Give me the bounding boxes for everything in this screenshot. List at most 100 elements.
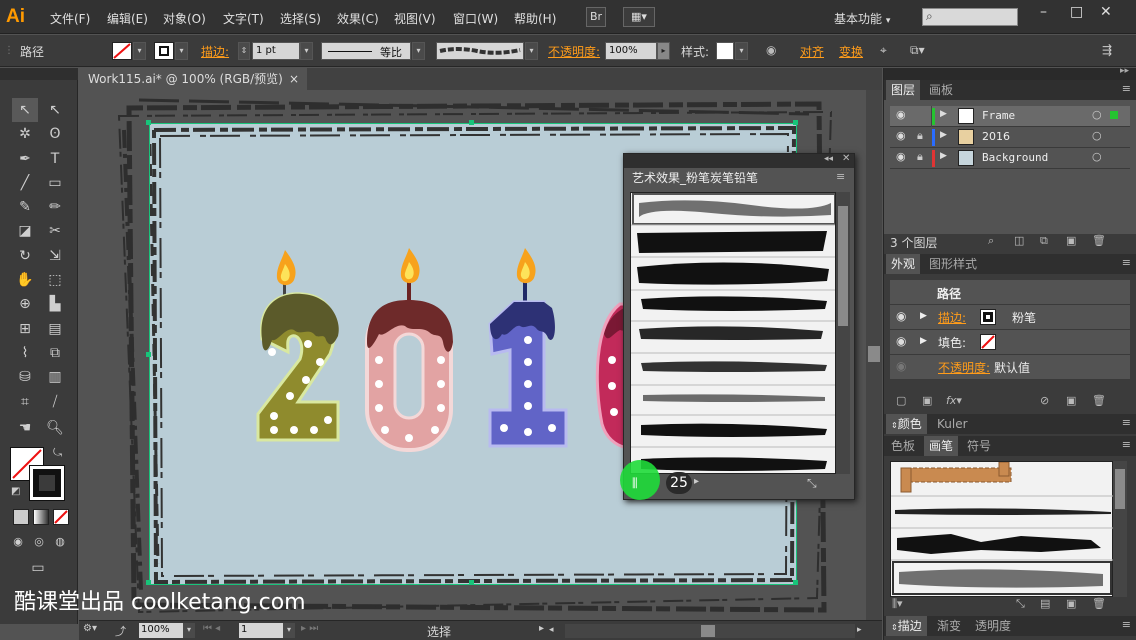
tab-color[interactable]: ⇕颜色: [886, 414, 927, 434]
add-new-effect-icon[interactable]: fx▾: [946, 394, 962, 407]
selection-handle[interactable]: [793, 580, 798, 585]
appearance-fill-swatch[interactable]: [980, 334, 996, 350]
fill-dropdown[interactable]: ▾: [133, 42, 146, 60]
eyedropper-tool-icon[interactable]: ⌇: [12, 341, 38, 365]
draw-behind-icon[interactable]: ◎: [29, 530, 49, 554]
mesh-tool-icon[interactable]: ⊞: [12, 317, 38, 341]
next-library-icon[interactable]: ▸: [694, 476, 699, 487]
collapse-icon[interactable]: ◂◂: [824, 154, 833, 164]
appearance-stroke-label[interactable]: 描边:: [938, 309, 966, 326]
maximize-button[interactable]: □: [1070, 4, 1083, 20]
profile-dropdown[interactable]: ▾: [412, 42, 425, 60]
stroke-weight-stepper[interactable]: ⇕: [238, 42, 250, 60]
first-artboard-icon[interactable]: ⏮ ◂: [203, 623, 220, 634]
symbol-sprayer-tool-icon[interactable]: ⛁: [12, 365, 38, 389]
brush-list-scroll-thumb[interactable]: [838, 206, 848, 326]
expand-arrow-icon[interactable]: ▶: [940, 109, 947, 119]
opacity-input[interactable]: 100%: [605, 42, 657, 60]
arrange-icon[interactable]: ⧉▾: [910, 43, 925, 58]
close-document-icon[interactable]: ×: [289, 68, 299, 90]
help-search-input[interactable]: ⌕: [922, 8, 1018, 26]
gradient-tool-icon[interactable]: ▤: [42, 317, 68, 341]
artboard-navigation-icon[interactable]: ⚙▾: [83, 623, 97, 634]
paintbrush-tool-icon[interactable]: ✎: [12, 195, 38, 219]
arrange-documents-button[interactable]: ▦▾: [623, 7, 655, 27]
type-tool-icon[interactable]: T: [42, 147, 68, 171]
artboard-dropdown[interactable]: ▾: [283, 623, 295, 638]
eraser-tool-icon[interactable]: ◪: [12, 219, 38, 243]
add-new-stroke-icon[interactable]: ▢: [896, 394, 906, 407]
export-icon[interactable]: ⤴: [115, 623, 126, 639]
variable-width-profile[interactable]: 等比: [321, 42, 411, 60]
appearance-opacity-row[interactable]: ◉ 不透明度: 默认值: [890, 355, 1130, 380]
stroke-swatch[interactable]: [154, 42, 174, 60]
fill-swatch[interactable]: [112, 42, 132, 60]
recolor-icon[interactable]: ◉: [766, 43, 776, 57]
status-menu-arrow-icon[interactable]: ▸: [539, 623, 544, 634]
zoom-dropdown[interactable]: ▾: [183, 623, 195, 638]
document-tab[interactable]: Work115.ai* @ 100% (RGB/预览) ×: [79, 68, 307, 90]
remove-brush-stroke-icon[interactable]: ⤡: [1016, 597, 1025, 611]
minimize-button[interactable]: –: [1040, 4, 1047, 20]
panel-menu-icon[interactable]: ≡: [1122, 416, 1131, 429]
tab-brushes[interactable]: 画笔: [924, 436, 959, 456]
brush-library-tab[interactable]: 艺术效果_粉笔炭笔铅笔: [627, 168, 764, 188]
canvas-vertical-scrollbar[interactable]: [866, 90, 882, 620]
tab-artboards[interactable]: 画板: [924, 80, 958, 100]
rotate-tool-icon[interactable]: ↻: [12, 244, 38, 268]
free-transform-tool-icon[interactable]: ⬚: [42, 268, 68, 292]
align-link[interactable]: 对齐: [800, 43, 824, 60]
load-library-icon[interactable]: ⤡: [807, 476, 817, 491]
layer-name[interactable]: Background: [982, 151, 1048, 164]
brushes-panel-list[interactable]: [890, 461, 1114, 597]
panel-menu-icon[interactable]: ⇶: [1102, 43, 1112, 57]
menu-type[interactable]: 文字(T): [223, 10, 264, 27]
brush-definition[interactable]: [436, 42, 524, 60]
bridge-button[interactable]: Br: [586, 7, 606, 27]
vertical-scroll-thumb[interactable]: [868, 346, 880, 362]
brush-libraries-menu-icon[interactable]: ⫼▾: [892, 597, 903, 611]
delete-layer-icon[interactable]: 🗑︎: [1092, 234, 1106, 247]
workspace-switcher[interactable]: 基本功能 ▾: [834, 10, 890, 27]
tab-appearance[interactable]: 外观: [886, 254, 921, 274]
slice-tool-icon[interactable]: ⧸: [42, 390, 68, 414]
visibility-eye-icon[interactable]: ◉: [896, 108, 906, 121]
expand-arrow-icon[interactable]: ▶: [920, 311, 927, 321]
scissors-tool-icon[interactable]: ✂: [42, 219, 68, 243]
transform-link[interactable]: 变换: [839, 43, 863, 60]
new-layer-icon[interactable]: ▣: [1066, 234, 1076, 247]
expand-arrow-icon[interactable]: ▶: [920, 336, 927, 346]
layer-row-frame[interactable]: ◉ ▶ Frame ○: [890, 106, 1130, 127]
appearance-opacity-label[interactable]: 不透明度:: [938, 359, 990, 376]
appearance-stroke-row[interactable]: ◉ ▶ 描边: 粉笔: [890, 305, 1130, 330]
screen-mode-icon[interactable]: ▭: [25, 556, 51, 580]
stroke-weight-dropdown[interactable]: ▾: [300, 42, 313, 60]
lock-icon[interactable]: 🔒︎: [917, 150, 923, 164]
menu-window[interactable]: 窗口(W): [453, 10, 498, 27]
opacity-dropdown[interactable]: ▸: [657, 42, 670, 60]
gradient-mode-button[interactable]: [33, 509, 49, 525]
brushes-panel-scrollbar[interactable]: [1113, 461, 1127, 597]
target-circle-icon[interactable]: ○: [1092, 150, 1102, 163]
default-colors-icon[interactable]: ◩: [11, 486, 20, 497]
selection-handle[interactable]: [146, 352, 151, 357]
zoom-tool-icon[interactable]: 🔍︎: [42, 416, 68, 440]
column-graph-tool-icon[interactable]: ▥: [42, 365, 68, 389]
delete-brush-icon[interactable]: 🗑︎: [1092, 597, 1106, 610]
locate-object-icon[interactable]: ⌕: [988, 234, 994, 248]
target-circle-icon[interactable]: ○: [1092, 129, 1102, 142]
selection-handle[interactable]: [469, 580, 474, 585]
appearance-fill-row[interactable]: ◉ ▶ 填色:: [890, 330, 1130, 355]
stroke-dropdown[interactable]: ▾: [175, 42, 188, 60]
layer-row-background[interactable]: ◉ 🔒︎ ▶ Background ○: [890, 148, 1130, 169]
menu-select[interactable]: 选择(S): [280, 10, 321, 27]
panel-menu-icon[interactable]: ≡: [1122, 438, 1131, 451]
lock-slot[interactable]: [914, 106, 932, 127]
warp-tool-icon[interactable]: ✋: [12, 268, 38, 292]
isolate-icon[interactable]: ⌖: [880, 43, 887, 58]
tab-swatches[interactable]: 色板: [886, 436, 920, 456]
direct-selection-tool-icon[interactable]: ↖: [42, 98, 68, 122]
blend-tool-icon[interactable]: ⧉: [42, 341, 68, 365]
artboard-tool-icon[interactable]: ⌗: [12, 390, 38, 414]
brush-dropdown[interactable]: ▾: [525, 42, 538, 60]
